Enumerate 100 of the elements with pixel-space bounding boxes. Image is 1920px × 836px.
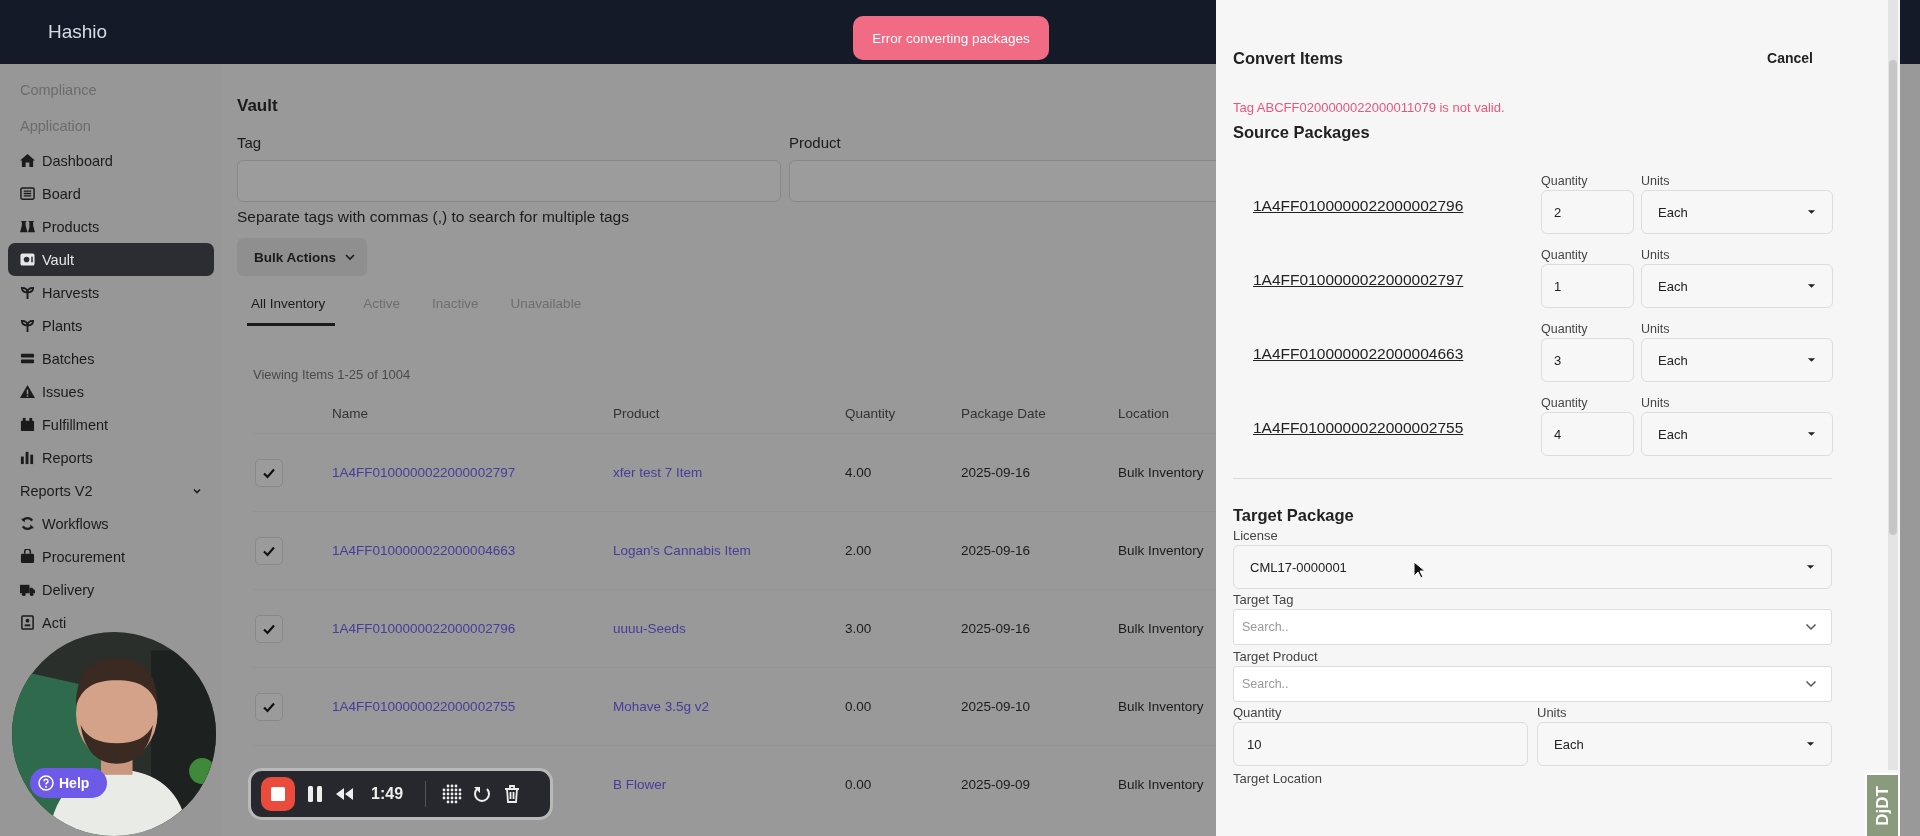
- checkbox[interactable]: [255, 536, 283, 565]
- tag-link[interactable]: 1A4FF0100000022000002797: [1233, 271, 1464, 289]
- tag-link[interactable]: 1A4FF0100000022000004663: [332, 543, 516, 558]
- caret-icon: [1807, 283, 1816, 289]
- product-link[interactable]: Mohave 3.5g v2: [613, 699, 710, 714]
- grid-icon: [442, 784, 463, 804]
- cycle-icon: [20, 516, 35, 531]
- table-cell: 2025-09-10: [961, 699, 1031, 714]
- redo-button[interactable]: [472, 784, 493, 804]
- select-field[interactable]: Each: [1537, 722, 1832, 766]
- stop-button[interactable]: [261, 777, 295, 811]
- caret-icon: [1806, 564, 1815, 570]
- bag-icon: [20, 549, 35, 564]
- scrollbar[interactable]: [1888, 0, 1898, 770]
- tag-link[interactable]: 1A4FF0100000022000002755: [332, 699, 516, 714]
- sidebar-item[interactable]: Procurement: [8, 540, 125, 573]
- tag-link[interactable]: 1A4FF0100000022000004663: [1233, 345, 1464, 363]
- field-label: Target Location: [1233, 771, 1322, 786]
- table-cell: Bulk Inventory: [1118, 699, 1204, 714]
- select-field[interactable]: Each: [1641, 412, 1833, 456]
- tab[interactable]: All Inventory: [247, 284, 336, 326]
- select-field[interactable]: Each: [1641, 338, 1833, 382]
- top-bar: [1900, 0, 1920, 64]
- table-cell: 2025-09-16: [961, 465, 1031, 480]
- quantity-field[interactable]: 3: [1541, 338, 1634, 382]
- sidebar-item[interactable]: Batches: [8, 342, 95, 375]
- field-label: Units: [1537, 704, 1567, 722]
- box-icon: [20, 417, 35, 432]
- bulk-actions-button[interactable]: Bulk Actions: [237, 238, 367, 276]
- tag-link[interactable]: 1A4FF0100000022000002797: [332, 465, 516, 480]
- truck-icon: [20, 582, 35, 597]
- checkbox[interactable]: [255, 458, 283, 487]
- error-message: Tag ABCFF0200000022000011079 is not valid.: [1233, 100, 1505, 115]
- warning-icon: [20, 384, 35, 399]
- select-field[interactable]: CML17-0000001: [1233, 545, 1832, 589]
- quantity-field[interactable]: 10: [1233, 722, 1528, 766]
- sidebar-item[interactable]: Acti: [8, 606, 67, 639]
- table-cell: Bulk Inventory: [1118, 777, 1204, 792]
- sidebar-item[interactable]: Workflows: [8, 507, 109, 540]
- caret-icon: [1806, 741, 1815, 747]
- help-text: Separate tags with commas (,) to search for multiple tags: [237, 208, 629, 226]
- menu-group[interactable]: Reports V2: [8, 474, 214, 507]
- sidebar-item[interactable]: Issues: [8, 375, 84, 408]
- help-icon: [38, 775, 54, 791]
- sidebar-item[interactable]: Products: [8, 210, 100, 243]
- list-icon: [20, 186, 35, 201]
- help-button[interactable]: Help: [30, 768, 107, 798]
- checkbox[interactable]: [255, 614, 283, 643]
- chevron-icon: [1805, 680, 1817, 688]
- field-label: Quantity: [1541, 395, 1588, 412]
- table-cell: 3.00: [845, 621, 872, 636]
- column-header: Product: [613, 404, 661, 423]
- table-cell: 2.00: [845, 543, 872, 558]
- sidebar-item[interactable]: Dashboard: [8, 144, 113, 177]
- product-link[interactable]: xfer test 7 Item: [613, 465, 703, 480]
- layers-icon: [20, 351, 35, 366]
- quantity-field[interactable]: 4: [1541, 412, 1634, 456]
- cancel-button[interactable]: Cancel: [1765, 48, 1815, 68]
- sidebar-item[interactable]: Delivery: [8, 573, 95, 606]
- product-link[interactable]: uuuu-Seeds: [613, 621, 686, 636]
- table-cell: 2025-09-16: [961, 543, 1031, 558]
- sprout-icon: [20, 285, 35, 300]
- table-cell: Bulk Inventory: [1118, 621, 1204, 636]
- sidebar-item[interactable]: Board: [8, 177, 81, 210]
- sidebar-item[interactable]: Vault: [8, 243, 214, 276]
- quantity-field[interactable]: 2: [1541, 190, 1634, 234]
- field-label: Units: [1641, 321, 1670, 338]
- select-field[interactable]: Each: [1641, 190, 1833, 234]
- field-label: Tag: [237, 134, 262, 153]
- sidebar-item[interactable]: Plants: [8, 309, 83, 342]
- sidebar-item[interactable]: Reports: [8, 441, 93, 474]
- redo-icon: [472, 784, 493, 804]
- flask-icon: [20, 219, 35, 234]
- bar-chart-icon: [20, 450, 35, 465]
- quantity-field[interactable]: 1: [1541, 264, 1634, 308]
- column-header: Name: [332, 404, 369, 423]
- sidebar-item[interactable]: Fulfillment: [8, 408, 109, 441]
- tag-link[interactable]: 1A4FF0100000022000002755: [1233, 419, 1464, 437]
- app-logo-text: Hashio: [48, 21, 108, 43]
- table-cell: 0.00: [845, 699, 872, 714]
- chevron-icon: [1805, 623, 1817, 631]
- table-cell: Bulk Inventory: [1118, 543, 1204, 558]
- table-cell: 2025-09-16: [961, 621, 1031, 636]
- safe-icon: [20, 252, 35, 267]
- select-field[interactable]: Each: [1641, 264, 1833, 308]
- stop-icon: [270, 786, 286, 802]
- tag-link[interactable]: 1A4FF0100000022000002796: [1233, 197, 1464, 215]
- checkbox[interactable]: [255, 692, 283, 721]
- debug-toolbar-tab[interactable]: DjDT: [1865, 773, 1900, 836]
- sidebar-item[interactable]: Harvests: [8, 276, 100, 309]
- grid-button[interactable]: [442, 784, 463, 804]
- product-link[interactable]: B Flower: [613, 777, 667, 792]
- field-label: Quantity: [1541, 247, 1588, 264]
- pause-button[interactable]: [305, 784, 325, 804]
- table-cell: 0.00: [845, 777, 872, 792]
- badge-icon: [20, 615, 35, 630]
- tag-link[interactable]: 1A4FF0100000022000002796: [332, 621, 516, 636]
- input-field[interactable]: [789, 160, 1216, 202]
- product-link[interactable]: Logan's Cannabis Item: [613, 543, 751, 558]
- page-title: Vault: [237, 96, 278, 117]
